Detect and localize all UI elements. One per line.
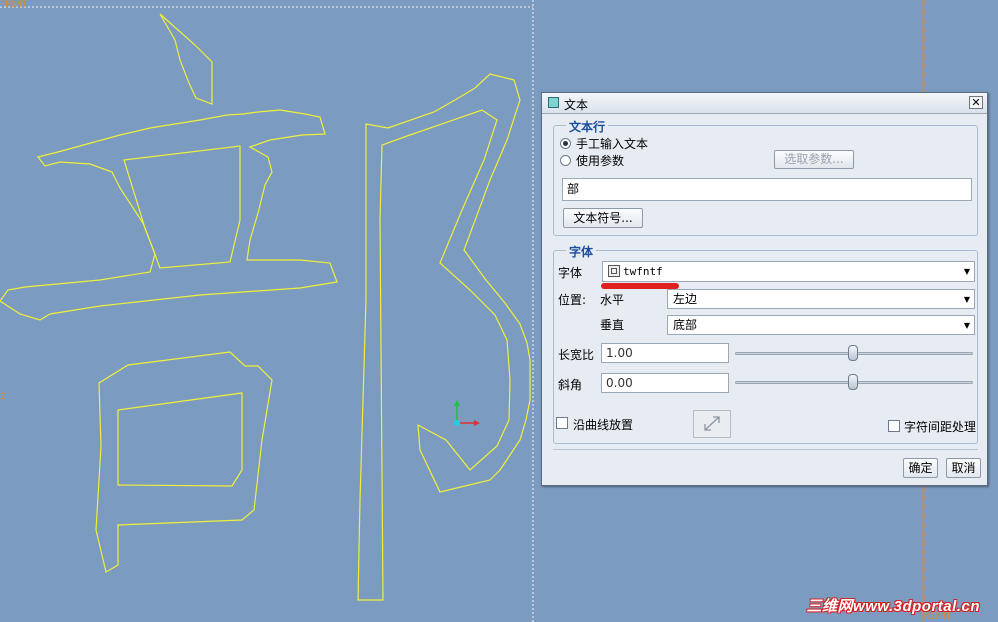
flip-direction-button[interactable] [693,410,731,438]
radio-manual-text[interactable]: 手工输入文本 [560,135,648,152]
datum-label-left: 2 [0,392,6,402]
flip-direction-icon [704,416,720,431]
horizontal-select[interactable]: 左边 ▼ [667,289,975,309]
font-select[interactable]: twfntf ▼ [602,261,975,282]
font-select-value: twfntf [623,265,663,278]
text-input[interactable]: 部 [562,178,972,201]
font-type-icon [608,265,620,277]
character-outline [0,13,338,573]
radio-param-label: 使用参数 [576,154,625,168]
vertical-select-value: 底部 [673,318,698,332]
dialog-app-icon [548,97,559,108]
position-label: 位置: [558,293,587,307]
chevron-down-icon: ▼ [963,295,970,304]
slant-input[interactable]: 0.00 [601,373,729,393]
along-curve-checkbox[interactable] [556,417,568,429]
along-curve-label: 沿曲线放置 [573,418,634,432]
radio-use-parameter[interactable]: 使用参数 [560,152,624,169]
radio-manual-indicator[interactable] [560,138,571,149]
select-parameter-button[interactable]: 选取参数... [774,150,854,169]
aspect-ratio-input[interactable]: 1.00 [601,343,729,363]
separator [553,449,978,450]
font-group: 字体 字体 twfntf ▼ 位置: 水平 左边 ▼ 垂直 底部 ▼ 长宽比 1… [553,243,978,444]
horizontal-label: 水平 [600,293,625,307]
red-highlight-mark [601,283,679,289]
char-spacing-checkbox[interactable] [888,420,900,432]
text-symbol-button[interactable]: 文本符号... [563,208,643,228]
text-line-group-title: 文本行 [566,118,609,135]
chevron-down-icon: ▼ [963,267,970,276]
text-line-group: 文本行 手工输入文本 使用参数 选取参数... 部 文本符号... [553,118,978,236]
chevron-down-icon: ▼ [963,321,970,330]
radio-param-indicator[interactable] [560,155,571,166]
datum-label-front: FRONT [0,0,28,10]
char-spacing-label: 字符间距处理 [904,420,977,434]
font-label: 字体 [558,266,583,280]
close-button[interactable]: ✕ [969,96,983,109]
text-dialog: 文本 ✕ 文本行 手工输入文本 使用参数 选取参数... 部 文本符号... 字… [541,92,988,486]
coordinate-triad-icon [454,400,480,426]
vertical-select[interactable]: 底部 ▼ [667,315,975,335]
watermark: 三维网www.3dportal.cn [806,598,980,615]
cancel-button[interactable]: 取消 [946,458,981,478]
dialog-title: 文本 [564,98,589,112]
horizontal-select-value: 左边 [673,292,698,306]
radio-manual-label: 手工输入文本 [576,137,649,151]
dialog-titlebar[interactable]: 文本 ✕ [542,93,987,114]
ok-button[interactable]: 确定 [903,458,938,478]
slant-label: 斜角 [558,378,583,392]
slant-slider-thumb[interactable] [848,374,858,390]
aspect-ratio-label: 长宽比 [558,348,595,362]
font-group-title: 字体 [566,243,597,260]
aspect-ratio-slider-thumb[interactable] [848,345,858,361]
vertical-label: 垂直 [600,318,625,332]
